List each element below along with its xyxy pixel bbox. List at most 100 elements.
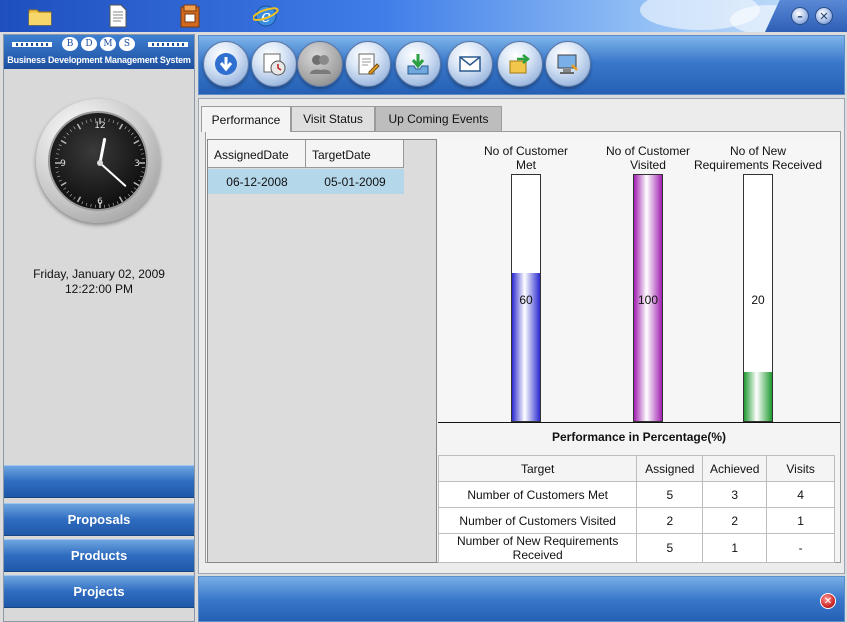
chart-category-label: No of Customer Met [483, 144, 569, 172]
clock-tick [124, 196, 127, 200]
internet-explorer-icon[interactable]: e [252, 2, 280, 29]
column-header-target-date[interactable]: TargetDate [306, 140, 404, 167]
visits-cell: 4 [766, 481, 835, 508]
table-row[interactable]: 06-12-2008 05-01-2009 [208, 169, 404, 194]
minimize-button[interactable]: – [791, 7, 809, 25]
left-nav-projects[interactable]: Projects [4, 575, 194, 608]
document-icon[interactable] [104, 2, 132, 29]
exit-button[interactable]: ✕ [820, 593, 836, 609]
clock-tick [60, 181, 67, 187]
toolbar-computer-button[interactable] [545, 41, 591, 87]
achieved-cell: 1 [702, 533, 768, 563]
clock-tick [116, 121, 119, 125]
assigned-cell: 5 [636, 533, 704, 563]
performance-chart: No of Customer Met 60 No of Customer Visited… [438, 139, 840, 425]
brand-letter: M [100, 37, 116, 51]
chart-bar-track: 100 [633, 174, 663, 422]
clock-tick [112, 202, 115, 206]
clock-center [97, 160, 103, 166]
clock-tick [133, 139, 140, 145]
brand-letter: S [119, 37, 135, 51]
desktop-taskbar: e – ✕ [0, 0, 847, 32]
clock-tick [57, 148, 61, 151]
target-cell: Number of Customers Visited [437, 507, 638, 534]
table-row: Number of New Requirements Received 5 1 … [437, 533, 835, 563]
left-nav-products[interactable]: Products [4, 539, 194, 572]
toolbar-mail-button[interactable] [447, 41, 493, 87]
clock-tick [58, 179, 62, 182]
clock-numeral-6: 6 [97, 197, 103, 207]
clock-face: 12 3 6 9 [48, 111, 148, 211]
clock-tick [138, 144, 142, 147]
table-row: Number of Customers Visited 2 2 1 [437, 507, 835, 534]
left-nav-label: Projects [73, 584, 125, 599]
performance-table: Target Assigned Achieved Visits Number o… [437, 455, 835, 563]
main-toolbar [198, 35, 845, 95]
chart-bar-track: 60 [511, 174, 541, 422]
clock-tick [133, 181, 140, 187]
brand-subtitle: Business Development Management System [7, 55, 191, 65]
tab-label: Up Coming Events [388, 112, 489, 126]
clock-tick [69, 194, 73, 197]
clock-tick [131, 132, 134, 136]
assigned-cell: 2 [636, 507, 704, 534]
left-nav-blank[interactable] [4, 465, 194, 498]
clock-tick [63, 187, 67, 190]
clock-tick [108, 118, 110, 122]
folder-icon[interactable] [26, 2, 54, 29]
clock-dial: 12 3 6 9 [55, 118, 145, 208]
clock-tick [112, 120, 115, 124]
clock-tick [139, 175, 143, 178]
chart-category-label: No of New Requirements Received [693, 144, 823, 172]
toolbar-download-tray-button[interactable] [395, 41, 441, 87]
mail-icon [459, 56, 481, 72]
clock-tick [138, 179, 142, 182]
toolbar-schedule-button[interactable] [251, 41, 297, 87]
target-cell: Number of New Requirements Received [437, 533, 638, 563]
clock-tick [131, 190, 134, 194]
toolbar-document-edit-button[interactable] [345, 41, 391, 87]
left-nav-proposals[interactable]: Proposals [4, 503, 194, 536]
clock-tick [127, 194, 131, 197]
tab-performance[interactable]: Performance [201, 106, 291, 132]
clock-tick [73, 196, 76, 200]
toolbar-users-button[interactable] [297, 41, 343, 87]
clock-tick [55, 153, 59, 155]
clock-tick [81, 121, 84, 125]
archive-icon[interactable] [176, 2, 204, 29]
achieved-cell: 3 [702, 481, 768, 508]
toolbar-transfer-button[interactable] [497, 41, 543, 87]
tab-up-coming-events[interactable]: Up Coming Events [375, 106, 502, 131]
schedule-icon [263, 53, 286, 76]
performance-table-title: Performance in Percentage(%) [551, 430, 727, 444]
clock-tick [118, 123, 124, 130]
column-header-visits: Visits [766, 455, 835, 482]
brand-letter: D [81, 37, 97, 51]
clock-tick [133, 136, 137, 139]
clock-tick [90, 204, 92, 208]
clock-tick [108, 204, 110, 208]
table-row: Number of Customers Met 5 3 4 [437, 481, 835, 508]
visits-cell: 1 [766, 507, 835, 534]
main-content: Up Coming Events Visit Status Performanc… [198, 98, 845, 574]
achieved-cell: 2 [702, 507, 768, 534]
column-header-target: Target [437, 455, 638, 482]
toolbar-download-button[interactable] [203, 41, 249, 87]
brand-letter: B [62, 37, 78, 51]
status-bar: ✕ [198, 576, 845, 622]
clock-tick [60, 139, 67, 145]
clock-tick [90, 118, 92, 122]
document-edit-icon [358, 53, 380, 75]
column-header-assigned-date[interactable]: AssignedDate [208, 140, 306, 167]
tab-visit-status[interactable]: Visit Status [291, 106, 375, 131]
close-window-button[interactable]: ✕ [815, 7, 833, 25]
dates-table-header: AssignedDate TargetDate [208, 140, 404, 168]
clock-tick [141, 153, 145, 155]
clock-tick [69, 129, 73, 132]
clock-minute-hand [99, 162, 127, 187]
clock-tick [57, 175, 61, 178]
current-date: Friday, January 02, 2009 [33, 267, 165, 281]
clock-numeral-12: 12 [94, 121, 105, 131]
current-datetime: Friday, January 02, 2009 12:22:00 PM [4, 267, 194, 297]
clock-tick [85, 120, 88, 124]
